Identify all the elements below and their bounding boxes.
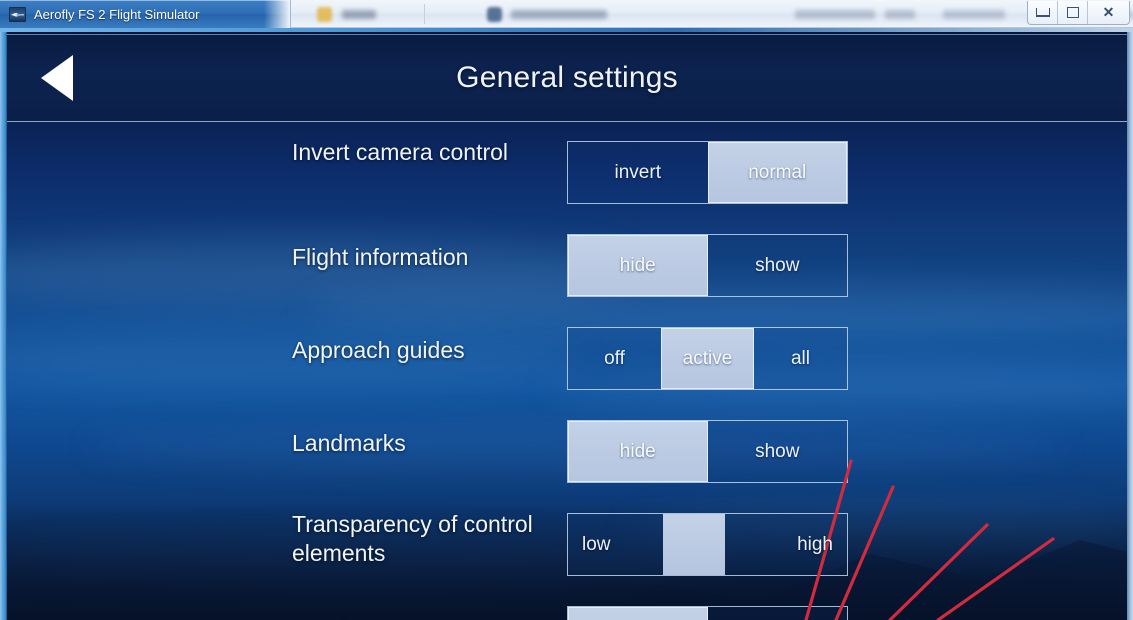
page-header: General settings (7, 34, 1127, 122)
taskbar-app-label-4 (885, 9, 915, 19)
settings-list: Invert camera control invert normal Flig… (7, 128, 1127, 620)
window-border-right (1127, 28, 1133, 620)
setting-label: Transparency of control elements (292, 511, 533, 566)
back-button[interactable] (33, 54, 81, 102)
segmented-control-invert-camera-control[interactable]: invert normal (567, 141, 848, 204)
segment-option-show[interactable]: show (708, 235, 848, 296)
segment-option-normal[interactable]: normal (707, 142, 847, 203)
airplane-icon (9, 6, 26, 22)
screen-root: Aerofly FS 2 Flight Simulator ✕ General … (0, 0, 1133, 620)
taskbar-app-label-3 (795, 9, 875, 19)
setting-label: Approach guides (292, 337, 465, 363)
setting-row-landmarks: Landmarks hide show (7, 407, 1127, 495)
segmented-control-flight-information[interactable]: hide show (567, 234, 848, 297)
taskbar-app-label-2 (511, 9, 607, 19)
window-title: Aerofly FS 2 Flight Simulator (34, 6, 200, 22)
taskbar-item-group-3[interactable] (607, 0, 915, 28)
maximize-icon (1066, 7, 1079, 18)
windows-taskbar: Aerofly FS 2 Flight Simulator ✕ (0, 0, 1133, 28)
setting-label: Invert camera control (292, 139, 509, 165)
setting-row-invert-camera-control: Invert camera control invert normal (7, 128, 1127, 216)
segment-option-show[interactable]: show (708, 607, 848, 620)
aerofly-app-window: General settings Invert camera control i… (0, 28, 1133, 620)
minimize-button[interactable] (1028, 1, 1058, 24)
setting-row-overlay: Overlay hide show (7, 593, 1127, 620)
close-icon: ✕ (1102, 4, 1115, 20)
segmented-control-landmarks[interactable]: hide show (567, 420, 848, 483)
segment-option-active[interactable]: active (661, 328, 754, 389)
segment-option-hide[interactable]: hide (568, 235, 708, 296)
back-arrow-icon (41, 55, 73, 101)
segmented-control-approach-guides[interactable]: off active all (567, 327, 848, 390)
segment-option-off[interactable]: off (568, 328, 661, 389)
maximize-button[interactable] (1058, 1, 1088, 24)
taskbar-app-icon-1 (317, 6, 332, 22)
segment-option-hide[interactable]: hide (568, 421, 708, 482)
setting-row-transparency: Transparency of control elements low hig… (7, 500, 1127, 588)
taskbar-item-group-2[interactable] (425, 0, 607, 28)
segmented-control-overlay[interactable]: hide show (567, 606, 848, 620)
window-border-left (0, 28, 7, 620)
setting-label: Overlay (292, 615, 557, 620)
segment-option-hide[interactable]: hide (568, 607, 708, 620)
taskbar-app-label-1 (342, 9, 376, 19)
page-title: General settings (456, 61, 678, 94)
segment-option-invert[interactable]: invert (568, 142, 708, 203)
slider-transparency-control-elements[interactable]: low high (567, 513, 848, 576)
segment-option-all[interactable]: all (754, 328, 847, 389)
taskbar-app-icon-2 (487, 6, 502, 22)
window-border-top (0, 28, 1133, 32)
slider-handle[interactable] (663, 514, 725, 575)
setting-row-approach-guides: Approach guides off active all (7, 314, 1127, 402)
segment-option-show[interactable]: show (708, 421, 848, 482)
setting-row-flight-information: Flight information hide show (7, 221, 1127, 309)
minimize-icon (1035, 8, 1050, 17)
slider-min-label: low (582, 533, 611, 555)
slider-max-label: high (797, 533, 833, 555)
taskbar-item-group-1[interactable] (291, 0, 376, 28)
taskbar-app-label-5 (943, 9, 1005, 19)
close-button[interactable]: ✕ (1088, 1, 1129, 24)
taskbar-active-window-button[interactable]: Aerofly FS 2 Flight Simulator (0, 0, 291, 28)
setting-label: Landmarks (292, 430, 406, 456)
window-controls: ✕ (1027, 1, 1130, 25)
taskbar-item-group-4[interactable] (915, 0, 1005, 28)
setting-label: Flight information (292, 244, 469, 270)
